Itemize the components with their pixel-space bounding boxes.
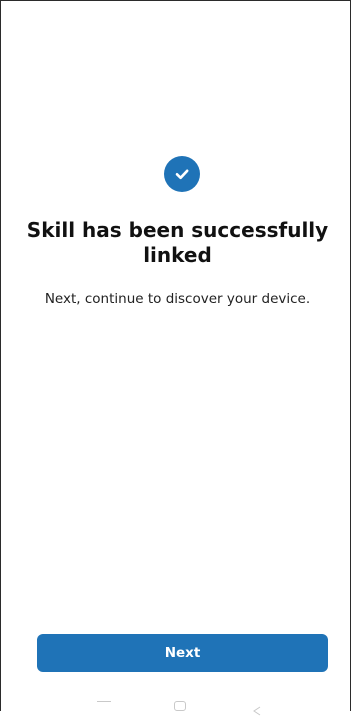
back-icon[interactable]: [252, 701, 262, 720]
home-icon[interactable]: [174, 701, 186, 711]
page-title: Skill has been successfully linked: [26, 218, 329, 267]
page-subtitle: Next, continue to discover your device.: [44, 291, 311, 307]
checkmark-circle-icon: [164, 156, 200, 192]
system-navigation-bar: [0, 697, 353, 716]
next-button[interactable]: Next: [37, 634, 328, 672]
app-screen: Skill has been successfully linked Next,…: [0, 0, 351, 711]
recents-icon[interactable]: [97, 701, 111, 708]
